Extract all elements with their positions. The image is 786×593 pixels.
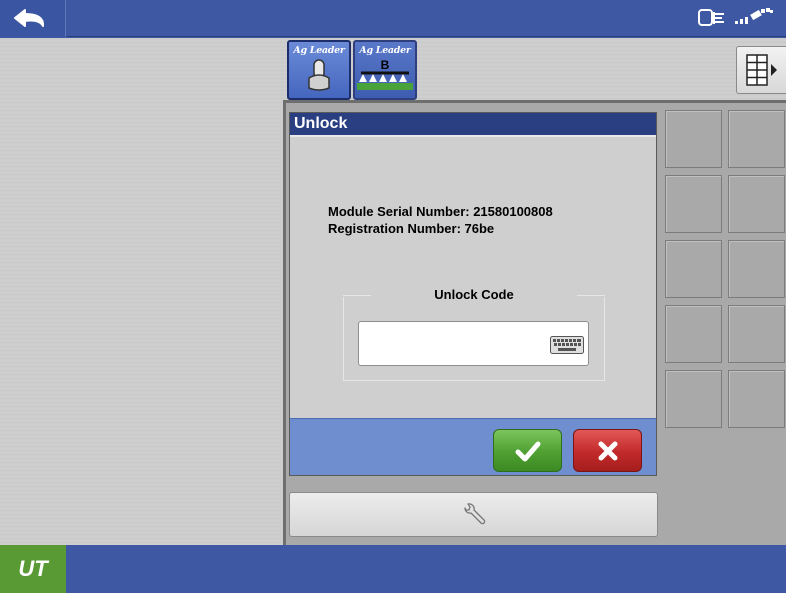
layout-grid-button[interactable]: [736, 46, 786, 94]
widget-slot[interactable]: [665, 305, 722, 363]
registration-number: Registration Number: 76be: [328, 221, 495, 236]
status-icons: [698, 5, 774, 31]
unlock-code-label: Unlock Code: [434, 287, 514, 302]
checkmark-icon: [515, 441, 540, 461]
joystick-icon: [308, 59, 330, 91]
grid-menu-icon: [745, 54, 777, 86]
display-connector-icon[interactable]: [698, 8, 726, 28]
unlock-code-input[interactable]: [358, 321, 589, 366]
widget-slot[interactable]: [665, 240, 722, 298]
widget-slot[interactable]: [728, 370, 785, 428]
ut-label: UT: [18, 556, 48, 581]
widget-slot[interactable]: [665, 110, 722, 168]
dialog-body: Module Serial Number: 21580100808 Regist…: [290, 135, 656, 418]
widget-slot[interactable]: [728, 240, 785, 298]
dialog-footer: [290, 418, 656, 475]
bottom-bar: UT: [0, 545, 786, 593]
widget-slot[interactable]: [665, 175, 722, 233]
sprayer-boom-icon: B: [357, 58, 413, 90]
universal-terminal-button[interactable]: UT: [0, 545, 66, 593]
module-tab-joystick[interactable]: Ag Leader: [287, 40, 351, 100]
settings-button[interactable]: [289, 492, 658, 537]
module-serial-number: Module Serial Number: 21580100808: [328, 204, 553, 219]
x-icon: [598, 441, 617, 460]
widget-slot[interactable]: [728, 175, 785, 233]
top-bar: [0, 0, 786, 37]
unlock-code-group: Unlock Code: [343, 287, 605, 381]
keyboard-icon[interactable]: [550, 336, 584, 354]
tab-label: Ag Leader: [359, 45, 411, 56]
gps-satellite-icon[interactable]: [734, 8, 774, 28]
widget-slot[interactable]: [728, 110, 785, 168]
unlock-dialog: Unlock Module Serial Number: 21580100808…: [289, 112, 657, 476]
ok-button[interactable]: [493, 429, 562, 472]
back-button[interactable]: [0, 0, 66, 37]
left-panel: [0, 38, 283, 545]
back-arrow-icon: [13, 8, 44, 27]
widget-slot[interactable]: [665, 370, 722, 428]
cancel-button[interactable]: [573, 429, 642, 472]
widget-slot[interactable]: [728, 305, 785, 363]
module-tab-sprayer[interactable]: Ag Leader B: [353, 40, 417, 100]
dialog-title: Unlock: [290, 113, 656, 135]
sprayer-badge: B: [381, 58, 390, 72]
wrench-icon: [463, 502, 485, 524]
tab-label: Ag Leader: [293, 45, 345, 56]
